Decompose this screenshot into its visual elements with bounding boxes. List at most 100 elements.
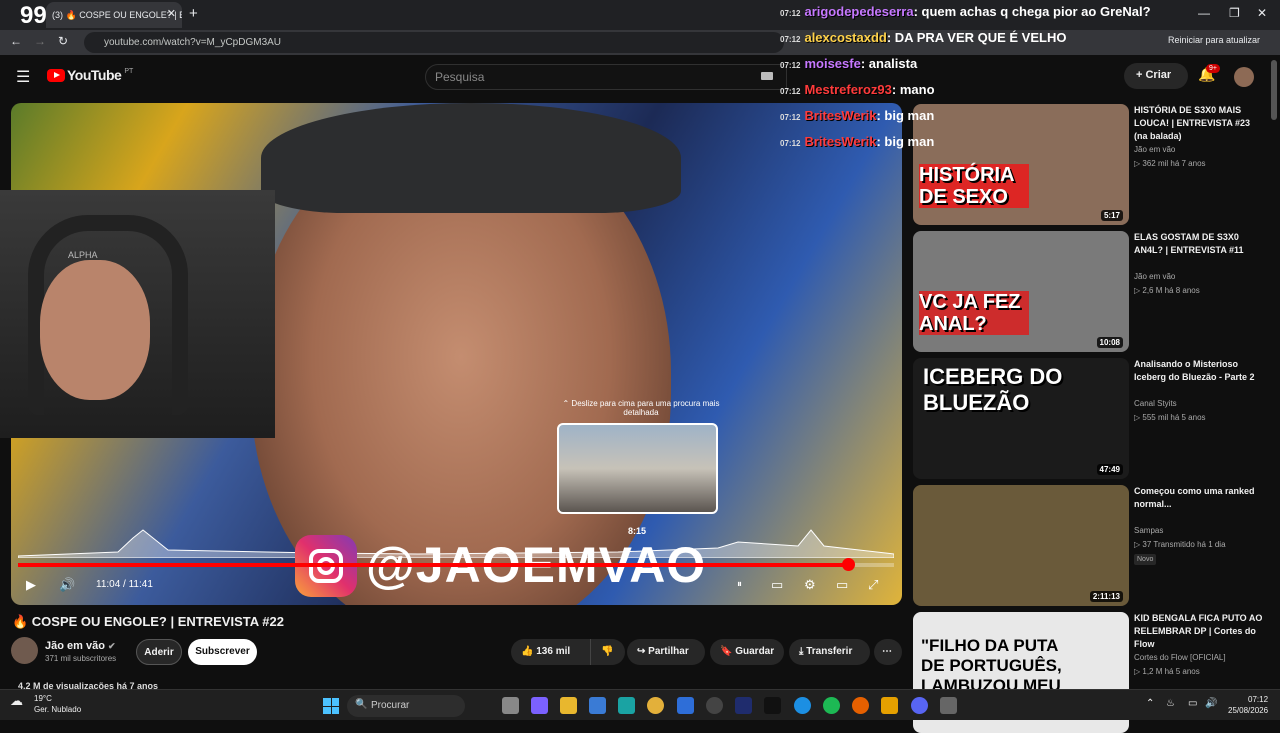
warning-icon[interactable] — [881, 697, 898, 714]
save-button[interactable]: 🔖 Guardar — [710, 639, 784, 665]
recommendation-channel[interactable]: Cortes do Flow [OFICIAL] — [1134, 653, 1226, 662]
fullscreen-icon[interactable]: ⤢ — [868, 577, 878, 593]
tab-count: 99 — [20, 2, 47, 29]
chat-timestamp: 07:12 — [780, 9, 801, 18]
reload-icon[interactable]: ↻ — [58, 34, 68, 48]
github-icon[interactable] — [706, 697, 723, 714]
restore-icon[interactable]: ❐ — [1229, 6, 1240, 20]
recommendation-title[interactable]: Analisando o Misterioso Iceberg do Bluez… — [1134, 358, 1264, 384]
recommendation-item[interactable]: ICEBERG DO BLUEZÃO Analisando o Misterios… — [913, 358, 1273, 479]
theater-mode-icon[interactable]: ▭ — [836, 577, 848, 593]
share-button[interactable]: ↪ Partilhar — [627, 639, 705, 665]
subscribe-button[interactable]: Subscrever — [188, 639, 257, 665]
thumbnail-text: VC JA FEZ ANAL? — [919, 291, 1029, 335]
recommendation-item[interactable]: Começou como uma ranked normal... Sampas ▷… — [913, 485, 1273, 606]
restart-to-update-button[interactable]: Reiniciar para atualizar — [1168, 35, 1260, 45]
recommendation-channel[interactable]: Jão em vão — [1134, 272, 1175, 281]
store-icon[interactable] — [589, 697, 606, 714]
url-field[interactable]: youtube.com/watch?v=M_yCpDGM3AU — [84, 32, 784, 53]
channel-name[interactable]: Jão em vão ✔ — [45, 640, 116, 652]
dislike-button[interactable]: 👎 — [590, 639, 624, 665]
keyboard-icon[interactable] — [761, 72, 773, 80]
search-input[interactable]: Pesquisa — [425, 64, 787, 90]
recommendation-title[interactable]: Começou como uma ranked normal... — [1134, 485, 1264, 511]
spotify-icon[interactable] — [823, 697, 840, 714]
chat-message: 07:12 BritesWerik: big man — [780, 134, 934, 149]
forward-icon[interactable]: → — [34, 34, 46, 48]
autoplay-toggle-icon[interactable]: ⏸ — [737, 579, 742, 590]
scrubber-handle[interactable] — [841, 558, 855, 571]
seek-preview-thumbnail — [557, 423, 718, 514]
duration-badge: 47:49 — [1096, 464, 1123, 475]
speaker-icon[interactable]: 🔊 — [1205, 698, 1217, 709]
edge-icon[interactable] — [618, 697, 635, 714]
thumbnail-text: ICEBERG DO BLUEZÃO — [923, 364, 1063, 415]
video-thumbnail[interactable] — [913, 485, 1129, 606]
file-explorer-icon[interactable] — [560, 697, 577, 714]
settings-icon[interactable]: ⚙ — [804, 577, 816, 593]
chevron-up-icon[interactable]: ⌃ — [1146, 698, 1154, 709]
video-thumbnail[interactable]: HISTÓRIA DE SEXO — [913, 104, 1129, 225]
taskbar-search-placeholder: Procurar — [371, 700, 410, 711]
chat-text: : big man — [876, 134, 935, 149]
discord-icon[interactable] — [911, 697, 928, 714]
recommendation-item[interactable]: VC JA FEZ ANAL? ELAS GOSTAM DE S3X0 AN4L?… — [913, 231, 1273, 352]
back-icon[interactable]: ← — [10, 34, 22, 48]
volume-icon[interactable]: 🔊 — [59, 577, 75, 593]
download-icon: ⤓ — [799, 646, 804, 657]
close-tab-icon[interactable]: ✕ — [167, 7, 176, 20]
chat-text: : DA PRA VER QUE É VELHO — [886, 30, 1067, 45]
account-avatar[interactable] — [1234, 67, 1254, 87]
subtitles-icon[interactable]: ▭ — [771, 577, 783, 593]
streamer-face — [40, 260, 150, 400]
chat-message: 07:12 alexcostaxdd: DA PRA VER QUE É VELH… — [780, 30, 1066, 45]
join-button[interactable]: Aderir — [136, 639, 182, 665]
chat-timestamp: 07:12 — [780, 35, 801, 44]
ide-icon[interactable] — [735, 697, 752, 714]
video-thumbnail[interactable]: VC JA FEZ ANAL? — [913, 231, 1129, 352]
steam-icon[interactable]: ♨ — [1166, 698, 1175, 709]
minimize-icon[interactable]: — — [1198, 6, 1210, 20]
system-clock[interactable]: 07:12 25/08/2026 — [1228, 694, 1268, 716]
download-button[interactable]: ⤓ Transferir — [789, 639, 870, 665]
video-thumbnail[interactable]: ICEBERG DO BLUEZÃO — [913, 358, 1129, 479]
create-label: Criar — [1145, 69, 1172, 81]
chrome-icon[interactable] — [647, 697, 664, 714]
recommendation-channel[interactable]: Canal Styits — [1134, 399, 1177, 408]
recommendation-title[interactable]: ELAS GOSTAM DE S3X0 AN4L? | ENTREVISTA #… — [1134, 231, 1264, 257]
new-tab-icon[interactable]: + — [189, 5, 198, 22]
outlook-icon[interactable] — [677, 697, 694, 714]
browser-icon[interactable] — [794, 697, 811, 714]
task-view-icon[interactable] — [502, 697, 519, 714]
thumbnail-text: HISTÓRIA DE SEXO — [919, 164, 1029, 208]
chat-username: alexcostaxdd — [804, 30, 887, 45]
taskbar-search[interactable]: 🔍 Procurar — [347, 695, 465, 717]
recommendation-item[interactable]: HISTÓRIA DE SEXO HISTÓRIA DE S3X0 MAIS LO… — [913, 104, 1273, 225]
play-icon[interactable]: ▶ — [26, 577, 36, 593]
chat-username: moisesfe — [804, 56, 861, 71]
youtube-logo[interactable]: YouTube PT — [47, 67, 133, 83]
close-window-icon[interactable]: ✕ — [1257, 6, 1267, 20]
channel-avatar[interactable] — [11, 637, 38, 664]
firefox-icon[interactable] — [852, 697, 869, 714]
create-button[interactable]: + Criar — [1124, 63, 1188, 89]
browser-tab[interactable]: (3) 🔥 COSPE OU ENGOLE? | E ✕ — [46, 2, 182, 28]
recommendation-title[interactable]: KID BENGALA FICA PUTO AO RELEMBRAR DP | … — [1134, 612, 1264, 651]
progress-bar[interactable] — [18, 558, 894, 571]
share-label: Partilhar — [648, 646, 689, 657]
recommendation-title[interactable]: HISTÓRIA DE S3X0 MAIS LOUCA! | ENTREVIST… — [1134, 104, 1264, 143]
progress-fill — [18, 563, 848, 567]
network-icon[interactable]: ▭ — [1188, 698, 1197, 709]
capcut-icon[interactable] — [764, 697, 781, 714]
app-icon[interactable] — [940, 697, 957, 714]
menu-icon[interactable]: ☰ — [16, 67, 30, 87]
channel-name-text: Jão em vão — [45, 640, 105, 652]
copilot-icon[interactable] — [531, 697, 548, 714]
start-button[interactable] — [323, 698, 339, 714]
chat-timestamp: 07:12 — [780, 61, 801, 70]
chat-username: BritesWerik — [804, 108, 877, 123]
recommendation-channel[interactable]: Jão em vão — [1134, 145, 1175, 154]
recommendation-channel[interactable]: Sampas — [1134, 526, 1163, 535]
more-actions-button[interactable]: ⋯ — [874, 639, 902, 665]
weather-widget[interactable]: ☁ 19°C Ger. Nublado — [10, 693, 81, 715]
